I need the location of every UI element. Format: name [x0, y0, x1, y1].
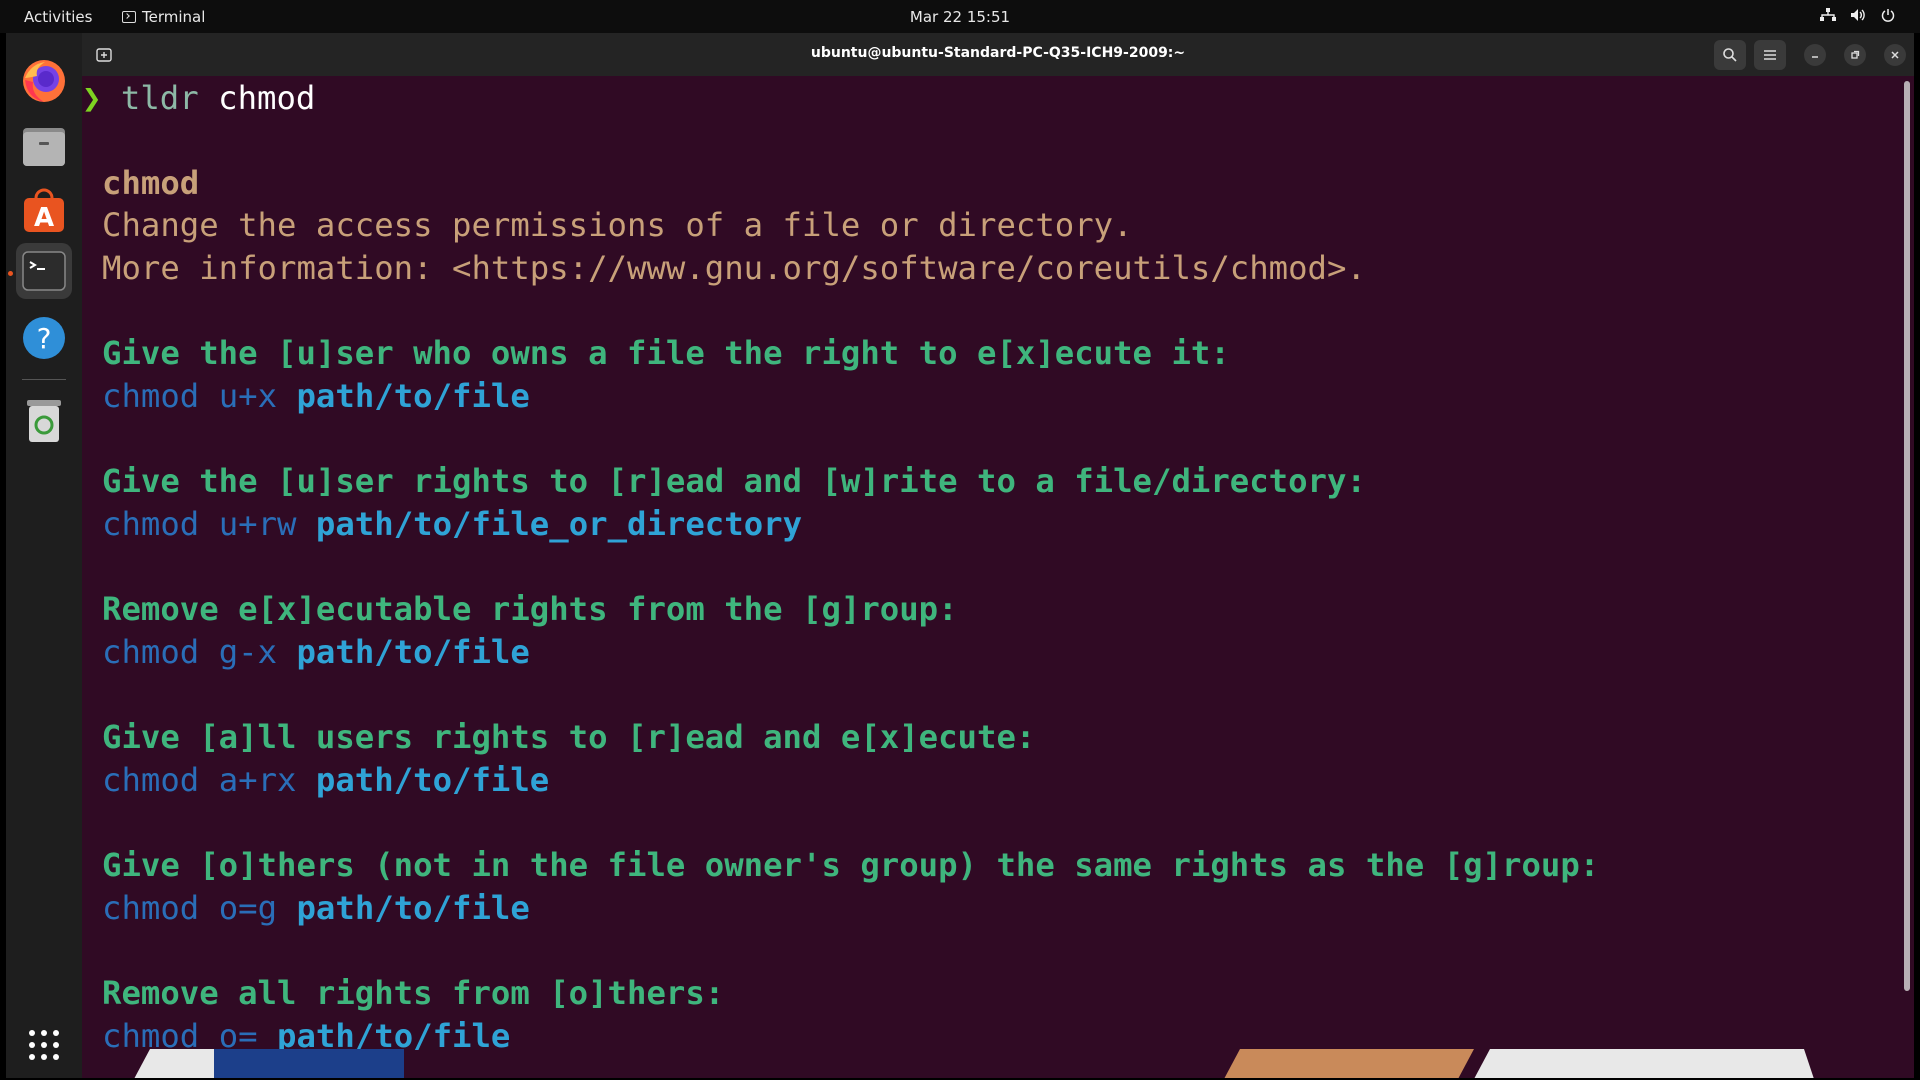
header-bar: ubuntu@ubuntu-Standard-PC-Q35-ICH9-2009:… [82, 33, 1914, 76]
svg-text:A: A [34, 203, 54, 233]
example-arg: o=g [218, 889, 278, 927]
minimize-icon [1812, 56, 1818, 58]
firefox-icon [23, 60, 65, 102]
example-heading: Give [o]thers (not in the file owner's g… [102, 846, 1600, 884]
grid-icon [29, 1030, 59, 1060]
trash-launcher[interactable] [16, 393, 72, 449]
network-icon [1820, 6, 1836, 24]
dock: A ? [6, 33, 82, 1078]
example-command: chmod g-x path/to/file [102, 631, 530, 674]
files-launcher[interactable] [16, 118, 72, 174]
prompt-status-line [134, 1049, 1914, 1078]
status-segment-task [1224, 1049, 1474, 1078]
folder-icon [23, 128, 65, 166]
running-indicator [8, 271, 13, 276]
terminal-window: ubuntu@ubuntu-Standard-PC-Q35-ICH9-2009:… [82, 33, 1914, 1078]
example-cmd: chmod [102, 505, 200, 543]
example-cmd: chmod [102, 761, 200, 799]
example-cmd: chmod [102, 633, 200, 671]
close-icon [1891, 51, 1899, 59]
command-argument: chmod [218, 79, 316, 117]
example-path: path/to/file [296, 633, 530, 671]
firefox-launcher[interactable] [16, 53, 72, 109]
show-apps-button[interactable] [16, 1017, 72, 1073]
terminal-output[interactable]: ❯ tldr chmod chmod Change the access per… [82, 76, 1902, 1078]
minimize-button[interactable] [1804, 44, 1826, 66]
clock[interactable]: Mar 22 15:51 [0, 8, 1920, 26]
close-button[interactable] [1884, 44, 1906, 66]
example-path: path/to/file [315, 761, 550, 799]
menu-button[interactable] [1754, 40, 1786, 70]
command-name: tldr [120, 79, 199, 117]
status-segment-dir [214, 1049, 404, 1078]
example-cmd: chmod [102, 377, 200, 415]
trash-icon [27, 400, 61, 442]
command-line: ❯ tldr chmod [82, 77, 315, 120]
example-arg: a+rx [218, 761, 297, 799]
example-arg: u+rw [218, 505, 297, 543]
terminal-icon [22, 251, 66, 291]
help-icon: ? [23, 317, 65, 359]
example-command: chmod a+rx path/to/file [102, 759, 549, 802]
restore-icon [1851, 50, 1860, 59]
hamburger-icon [1764, 50, 1776, 60]
example-heading: Give the [u]ser who owns a file the righ… [102, 334, 1230, 372]
app-center-icon: A [24, 188, 64, 233]
example-cmd: chmod [102, 889, 200, 927]
example-heading: Give the [u]ser rights to [r]ead and [w]… [102, 462, 1366, 500]
search-button[interactable] [1714, 40, 1746, 70]
example-command: chmod u+rw path/to/file_or_directory [102, 503, 802, 546]
example-command: chmod o=g path/to/file [102, 887, 530, 930]
status-segment-os [134, 1049, 214, 1078]
dock-separator [22, 379, 66, 380]
example-path: path/to/file [296, 889, 530, 927]
svg-text:?: ? [37, 322, 52, 355]
header-controls [1714, 40, 1906, 70]
page-description: Change the access permissions of a file … [102, 206, 1133, 244]
example-arg: u+x [218, 377, 278, 415]
scrollbar[interactable] [1904, 81, 1910, 991]
app-center-launcher[interactable]: A [16, 183, 72, 239]
system-tray[interactable] [1820, 6, 1896, 24]
example-heading: Remove all rights from [o]thers: [102, 974, 725, 1012]
example-arg: g-x [218, 633, 278, 671]
more-info-line: More information: <https://www.gnu.org/s… [102, 249, 1366, 287]
example-path: path/to/file [296, 377, 530, 415]
example-heading: Give [a]ll users rights to [r]ead and e[… [102, 718, 1036, 756]
search-icon [1723, 48, 1737, 62]
help-launcher[interactable]: ? [16, 310, 72, 366]
example-command: chmod u+x path/to/file [102, 375, 530, 418]
status-segment-time [1474, 1049, 1814, 1078]
prompt-symbol: ❯ [82, 79, 102, 117]
power-icon [1880, 6, 1896, 24]
example-path: path/to/file_or_directory [315, 505, 803, 543]
terminal-launcher[interactable] [16, 243, 72, 299]
window-title: ubuntu@ubuntu-Standard-PC-Q35-ICH9-2009:… [810, 45, 1186, 61]
page-title: chmod [102, 164, 200, 202]
top-bar: Activities Terminal Mar 22 15:51 [0, 0, 1920, 33]
volume-icon [1850, 6, 1866, 24]
example-heading: Remove e[x]ecutable rights from the [g]r… [102, 590, 958, 628]
restore-button[interactable] [1844, 44, 1866, 66]
